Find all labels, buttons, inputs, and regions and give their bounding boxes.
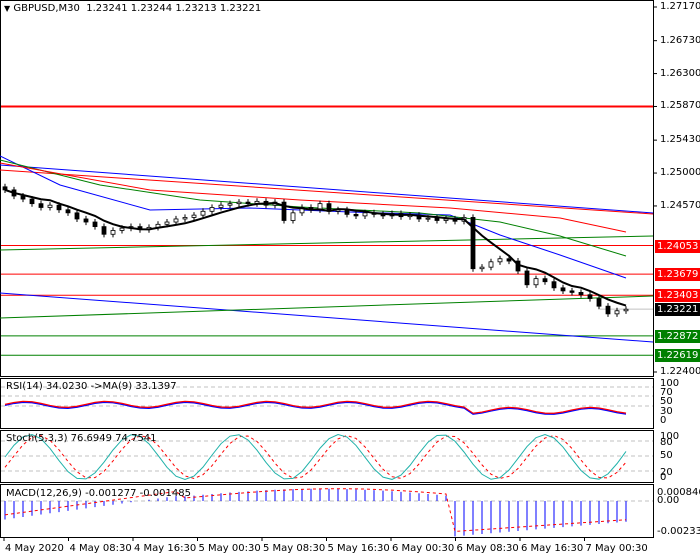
collapse-arrow-icon[interactable]: ▼ bbox=[4, 4, 10, 13]
candle-body bbox=[92, 221, 98, 228]
channel-upper-line bbox=[0, 164, 654, 214]
time-axis-label: 4 May 16:30 bbox=[134, 543, 197, 554]
rsi-tick: 0 bbox=[660, 415, 667, 426]
time-axis-label: 6 May 16:30 bbox=[521, 543, 584, 554]
time-axis-label: 5 May 00:30 bbox=[198, 543, 261, 554]
price-axis-label: 1.26730 bbox=[660, 34, 700, 46]
candle-body bbox=[218, 204, 224, 208]
candle-body bbox=[488, 261, 494, 268]
price-axis-label: 1.26300 bbox=[660, 67, 700, 79]
time-axis-label: 4 May 2020 bbox=[5, 543, 64, 554]
symbol-label: GBPUSD,M30 bbox=[13, 3, 80, 14]
candle-body bbox=[434, 217, 440, 221]
candle-body bbox=[191, 214, 197, 218]
candle-body bbox=[164, 221, 170, 225]
candle-body bbox=[74, 212, 80, 220]
time-axis-label: 4 May 08:30 bbox=[69, 543, 132, 554]
time-axis-label: 5 May 16:30 bbox=[327, 543, 390, 554]
price-tag: 1.22619 bbox=[655, 349, 700, 363]
candle-body bbox=[83, 218, 89, 223]
candle-body bbox=[533, 278, 539, 286]
candle-body bbox=[56, 204, 62, 211]
candle-body bbox=[20, 195, 26, 200]
candle-body bbox=[353, 213, 359, 217]
candle-body bbox=[209, 207, 215, 212]
stoch-tick: 80 bbox=[660, 437, 673, 448]
macd-tick: 0.00 bbox=[657, 495, 680, 506]
price-axis-label: 1.22400 bbox=[660, 366, 700, 377]
candle-body bbox=[362, 212, 368, 217]
rsi-line bbox=[4, 402, 627, 415]
trend-line-green-lower bbox=[0, 295, 654, 319]
stoch-tick: 50 bbox=[660, 450, 673, 461]
candle-body bbox=[29, 198, 35, 205]
panel-frame-0 bbox=[0, 0, 654, 377]
price-tag: 1.24053 bbox=[655, 239, 700, 253]
candle-body bbox=[227, 203, 233, 206]
candle-body bbox=[596, 298, 602, 307]
macd-label: MACD(12,26,9) -0.001277 -0.001485 bbox=[6, 488, 191, 499]
candle-body bbox=[587, 294, 593, 299]
candle-body bbox=[551, 281, 557, 289]
candle-body bbox=[497, 258, 503, 263]
candle-body bbox=[569, 290, 575, 293]
time-axis-label: 6 May 00:30 bbox=[392, 543, 455, 554]
candle-body bbox=[578, 292, 584, 296]
candle-body bbox=[47, 204, 53, 208]
price-tag: 1.23221 bbox=[655, 303, 700, 317]
candle-body bbox=[236, 201, 242, 205]
time-axis-label: 7 May 00:30 bbox=[585, 543, 648, 554]
rsi-label: RSI(14) 34.0230 ->MA(9) 33.1397 bbox=[6, 381, 177, 392]
price-tag: 1.23679 bbox=[655, 268, 700, 282]
candle-body bbox=[605, 305, 611, 315]
candle-body bbox=[506, 258, 512, 262]
price-axis-label: 1.25430 bbox=[660, 134, 700, 146]
candle-body bbox=[101, 226, 107, 235]
candle-body bbox=[542, 278, 548, 283]
macd-tick: -0.002332 bbox=[657, 526, 700, 537]
ohlc-values: 1.23241 1.23244 1.23213 1.23221 bbox=[86, 3, 262, 14]
ma-blue-line bbox=[0, 155, 627, 279]
channel-lower-line bbox=[0, 292, 654, 343]
candle-body bbox=[479, 266, 485, 270]
candle-body bbox=[623, 308, 629, 312]
candle-body bbox=[425, 217, 431, 220]
candle-body bbox=[560, 287, 566, 292]
candle-body bbox=[524, 270, 530, 286]
chart-header: ▼ GBPUSD,M30 1.23241 1.23244 1.23213 1.2… bbox=[4, 3, 261, 14]
candle-body bbox=[38, 203, 44, 208]
price-axis-label: 1.27170 bbox=[660, 1, 700, 12]
candle-body bbox=[245, 201, 251, 205]
candle-body bbox=[614, 310, 620, 315]
candle-body bbox=[182, 217, 188, 220]
price-axis-label: 1.25000 bbox=[660, 167, 700, 179]
price-axis-label: 1.25870 bbox=[660, 100, 700, 112]
candle-body bbox=[200, 210, 206, 216]
candle-body bbox=[110, 230, 116, 235]
candle-body bbox=[119, 227, 125, 231]
trading-chart-window: ▼ GBPUSD,M30 1.23241 1.23244 1.23213 1.2… bbox=[0, 0, 700, 560]
time-axis-label: 5 May 08:30 bbox=[263, 543, 326, 554]
candle-body bbox=[65, 209, 71, 214]
stoch-tick: 0 bbox=[660, 472, 667, 483]
price-tag: 1.23403 bbox=[655, 289, 700, 303]
candle-body bbox=[173, 218, 179, 223]
time-axis-label: 6 May 08:30 bbox=[456, 543, 519, 554]
candle-body bbox=[290, 212, 296, 221]
price-tag: 1.22872 bbox=[655, 329, 700, 343]
trend-line-green bbox=[0, 235, 654, 251]
price-axis-label: 1.24570 bbox=[660, 199, 700, 211]
stoch-label: Stoch(5,3,3) 76.6949 74.7541 bbox=[6, 433, 157, 444]
chart-canvas[interactable] bbox=[0, 0, 700, 560]
trend-line-red bbox=[0, 169, 654, 215]
